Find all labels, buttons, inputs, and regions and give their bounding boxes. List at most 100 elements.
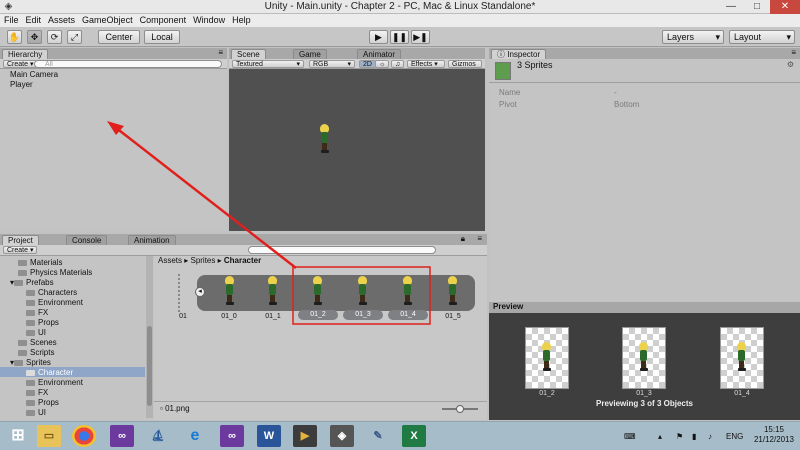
tab-project[interactable]: Project (2, 235, 39, 245)
tree-item[interactable]: Scenes (18, 338, 57, 348)
tree-item[interactable]: ▾ Prefabs (10, 278, 54, 288)
network-icon[interactable]: ▮ (692, 432, 696, 442)
sprite-frame-01-3[interactable] (356, 276, 368, 306)
pivot-value: Bottom (614, 100, 640, 109)
tab-scene[interactable]: Scene (231, 49, 266, 59)
tree-item[interactable]: Physics Materials (18, 268, 92, 278)
language-indicator[interactable]: ENG (726, 432, 743, 442)
step-button[interactable]: ▶❚ (411, 30, 430, 44)
project-search-input[interactable] (248, 246, 436, 254)
slider-thumb[interactable] (456, 405, 464, 413)
panel-menu-icon[interactable]: ≡ (477, 234, 482, 243)
tree-item[interactable]: UI (26, 408, 46, 416)
tree-item[interactable]: FX (26, 308, 48, 318)
visual-studio-icon[interactable]: ∞ (220, 425, 244, 447)
panel-menu-icon[interactable]: ≡ (791, 48, 796, 57)
tab-hierarchy[interactable]: Hierarchy (2, 49, 49, 59)
lighting-toggle-icon[interactable]: ☼ (375, 60, 390, 68)
breadcrumb-character[interactable]: Character (224, 256, 261, 265)
menu-help[interactable]: Help (228, 14, 254, 27)
menu-edit[interactable]: Edit (22, 14, 45, 27)
hierarchy-create-button[interactable]: Create ▾ (3, 60, 38, 68)
file-explorer-icon[interactable]: ▭ (37, 425, 61, 447)
menu-window[interactable]: Window (189, 14, 228, 27)
close-button[interactable]: ✕ (770, 0, 800, 14)
visual-studio-icon[interactable]: ∞ (110, 425, 134, 447)
maximize-button[interactable]: □ (744, 0, 770, 14)
player-sprite[interactable] (318, 124, 330, 154)
panel-menu-icon[interactable]: ≡ (218, 48, 223, 57)
clock-date[interactable]: 21/12/2013 (752, 435, 796, 445)
tab-console[interactable]: Console (66, 235, 108, 245)
tray-arrow-icon[interactable]: ▴ (658, 432, 662, 442)
rgb-dropdown[interactable]: RGB ▾ (309, 60, 355, 68)
rotate-tool-icon[interactable]: ⟳ (47, 30, 62, 44)
effects-dropdown[interactable]: Effects ▾ (407, 60, 445, 68)
sprite-frame-01-5[interactable] (446, 276, 458, 306)
tree-item[interactable]: UI (26, 328, 46, 338)
console-tab-label: Console (72, 236, 102, 245)
breadcrumb-sprites[interactable]: Sprites (190, 256, 215, 265)
menu-component[interactable]: Component (136, 14, 190, 27)
sprite-frame-01-1[interactable] (266, 276, 278, 306)
audio-toggle-icon[interactable]: ♫ (391, 60, 405, 68)
windows-start-icon[interactable]: ⊞ (6, 425, 30, 447)
sprite-frame-01-2[interactable] (311, 276, 323, 306)
sprite-frame-01-4[interactable] (401, 276, 413, 306)
media-app-icon[interactable]: ▶ (293, 425, 317, 447)
internet-explorer-icon[interactable]: e (183, 425, 207, 447)
chrome-icon[interactable] (72, 425, 96, 447)
scrollbar-thumb[interactable] (147, 326, 152, 406)
shading-dropdown[interactable]: Textured ▾ (232, 60, 304, 68)
hand-tool-icon[interactable]: ✋ (7, 30, 22, 44)
hierarchy-search-input[interactable]: All (34, 60, 222, 68)
hierarchy-item-player[interactable]: Player (10, 80, 33, 90)
menu-file[interactable]: File (0, 14, 22, 27)
tree-item[interactable]: Materials (18, 258, 62, 268)
sprite-sheet-parent-icon[interactable] (178, 274, 190, 312)
tree-item[interactable]: Scripts (18, 348, 54, 358)
pause-button[interactable]: ❚❚ (390, 30, 409, 44)
tree-item[interactable]: Environment (26, 378, 83, 388)
menu-assets[interactable]: Assets (44, 14, 78, 27)
tree-scrollbar[interactable] (146, 256, 153, 418)
project-create-button[interactable]: Create ▾ (3, 246, 38, 254)
tab-animation[interactable]: Animation (128, 235, 176, 245)
scale-tool-icon[interactable]: ⤢ (67, 30, 82, 44)
keyboard-icon[interactable]: ⌨ (624, 432, 636, 442)
layout-dropdown[interactable]: Layout ▾ (729, 30, 795, 44)
lock-icon[interactable]: 🔒︎ (461, 234, 465, 244)
pivot-local-toggle[interactable]: Local (144, 30, 180, 44)
app-icon[interactable]: ⛵︎ (146, 425, 170, 447)
mode-2d-toggle[interactable]: 2D (359, 60, 376, 68)
tree-item[interactable]: Props (26, 398, 59, 408)
tree-item[interactable]: Props (26, 318, 59, 328)
tool-icon[interactable]: ✎ (366, 425, 390, 447)
menu-gameobject[interactable]: GameObject (78, 14, 136, 27)
unity-icon[interactable]: ◈ (330, 425, 354, 447)
move-tool-icon[interactable]: ✥ (27, 30, 42, 44)
tab-game[interactable]: Game (293, 49, 327, 59)
gizmos-dropdown[interactable]: Gizmos (448, 60, 482, 68)
pivot-center-toggle[interactable]: Center (98, 30, 140, 44)
excel-icon[interactable]: X (402, 425, 426, 447)
flag-icon[interactable]: ⚑ (676, 432, 683, 442)
word-icon[interactable]: W (257, 425, 281, 447)
hierarchy-item-main-camera[interactable]: Main Camera (10, 70, 58, 80)
layers-dropdown[interactable]: Layers ▾ (662, 30, 724, 44)
minimize-button[interactable]: — (718, 0, 744, 14)
play-button[interactable]: ▶ (369, 30, 388, 44)
tree-item[interactable]: FX (26, 388, 48, 398)
tree-item[interactable]: Characters (26, 288, 77, 298)
breadcrumb-assets[interactable]: Assets (158, 256, 182, 265)
clock-time[interactable]: 15:15 (752, 425, 796, 435)
zoom-slider[interactable] (442, 405, 478, 413)
tree-item[interactable]: Environment (26, 298, 83, 308)
gear-icon[interactable]: ⚙ (787, 60, 794, 70)
tab-inspector[interactable]: ⓘ Inspector (491, 49, 547, 59)
volume-icon[interactable]: ♪ (708, 432, 712, 442)
tab-animator[interactable]: Animator (357, 49, 402, 59)
tree-item-selected[interactable]: Character (26, 368, 73, 378)
sprite-frame-01-0[interactable] (223, 276, 235, 306)
collapse-arrow-icon[interactable]: ◂ (195, 287, 205, 297)
